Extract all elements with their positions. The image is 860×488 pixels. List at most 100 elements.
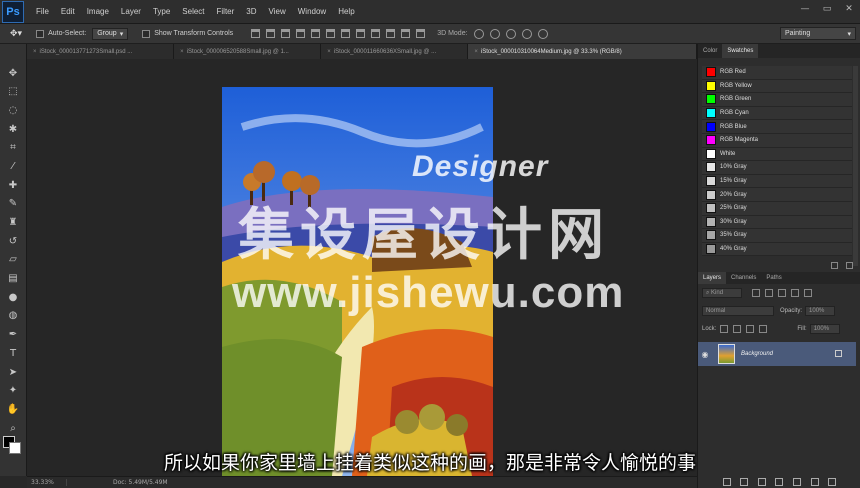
move-tool-icon[interactable]: ✥▾ (10, 28, 22, 39)
align-top-icon[interactable] (251, 29, 261, 38)
swatch-row[interactable]: 35% Gray (702, 229, 852, 243)
swatch-row[interactable]: 10% Gray (702, 161, 852, 175)
align-right-icon[interactable] (326, 29, 336, 38)
minimize-button[interactable]: — (800, 4, 810, 14)
menu-select[interactable]: Select (182, 7, 204, 16)
zoom-tool-icon[interactable]: ⌕ (6, 421, 20, 435)
marquee-tool-icon[interactable]: ⬚ (6, 85, 20, 99)
distribute-middle-icon[interactable] (356, 29, 366, 38)
close-icon[interactable]: × (327, 49, 331, 55)
close-icon[interactable]: × (180, 49, 184, 55)
tab-document-3[interactable]: × iStock_000011660636XSmall.jpg @ ... (321, 44, 469, 59)
3d-roll-icon[interactable] (489, 28, 500, 39)
menu-3d[interactable]: 3D (246, 7, 256, 16)
distribute-bottom-icon[interactable] (371, 29, 381, 38)
layer-row-background[interactable]: ◉ Background (698, 342, 856, 366)
close-icon[interactable]: × (33, 49, 37, 55)
eye-icon[interactable]: ◉ (698, 350, 712, 359)
trash-icon[interactable] (828, 478, 837, 486)
menu-view[interactable]: View (269, 7, 286, 16)
fill-field[interactable]: 100% (809, 324, 840, 334)
distribute-right-icon[interactable] (416, 29, 426, 38)
close-icon[interactable]: × (474, 49, 478, 55)
crop-tool-icon[interactable]: ⌗ (6, 141, 20, 155)
align-center-icon[interactable] (311, 29, 321, 38)
swatch-row[interactable]: 30% Gray (702, 215, 852, 230)
layer-mask-icon[interactable] (757, 478, 766, 486)
align-bottom-icon[interactable] (281, 29, 291, 38)
filter-shape-icon[interactable] (791, 289, 799, 297)
swatch-row[interactable]: 25% Gray (702, 201, 852, 216)
tab-document-4-active[interactable]: × iStock_000010310064Medium.jpg @ 33.3% (… (468, 44, 697, 59)
swatch-row[interactable]: 20% Gray (702, 188, 852, 202)
swatch-row[interactable]: RGB Cyan (702, 106, 852, 121)
zoom-level[interactable]: 33.33% (27, 479, 67, 486)
menu-filter[interactable]: Filter (217, 7, 235, 16)
magic-wand-tool-icon[interactable]: ✱ (6, 122, 20, 136)
layer-name[interactable]: Background (741, 351, 773, 357)
swatches-scrollbar[interactable] (853, 66, 858, 266)
new-swatch-icon[interactable] (831, 262, 838, 269)
menu-layer[interactable]: Layer (121, 7, 141, 16)
tab-document-2[interactable]: × iStock_000006520588Small.jpg @ 1... (174, 44, 322, 59)
menu-type[interactable]: Type (153, 7, 170, 16)
move-tool-icon[interactable]: ✥ (6, 66, 20, 80)
swatch-row[interactable]: White (702, 147, 852, 162)
tab-layers[interactable]: Layers (698, 272, 727, 284)
filter-adjustment-icon[interactable] (765, 289, 773, 297)
tab-channels[interactable]: Channels (726, 272, 761, 284)
history-brush-tool-icon[interactable]: ↺ (6, 234, 20, 248)
distribute-top-icon[interactable] (341, 29, 351, 38)
swatch-row[interactable]: 15% Gray (702, 174, 852, 189)
menu-file[interactable]: File (36, 7, 49, 16)
lock-image-icon[interactable] (733, 325, 742, 333)
brush-tool-icon[interactable]: ✎ (6, 197, 20, 211)
eyedropper-tool-icon[interactable]: ⁄ (6, 159, 20, 173)
type-tool-icon[interactable]: T (6, 346, 20, 360)
healing-brush-tool-icon[interactable]: ✚ (6, 178, 20, 192)
new-layer-icon[interactable] (810, 478, 819, 486)
swatch-row[interactable]: RGB Magenta (702, 133, 852, 148)
align-left-icon[interactable] (296, 29, 306, 38)
3d-pan-icon[interactable] (505, 28, 516, 39)
blend-mode-dropdown[interactable]: Normal (702, 306, 774, 316)
opacity-field[interactable]: 100% (805, 306, 836, 316)
adjustment-layer-icon[interactable] (775, 478, 784, 486)
shape-tool-icon[interactable]: ✦ (6, 384, 20, 398)
close-button[interactable]: ✕ (844, 4, 854, 14)
auto-select-dropdown[interactable]: Group ▾ (92, 27, 129, 40)
swatch-row[interactable]: RGB Yellow (702, 79, 852, 94)
3d-slide-icon[interactable] (521, 28, 532, 39)
align-middle-icon[interactable] (266, 29, 276, 38)
path-selection-tool-icon[interactable]: ➤ (6, 365, 20, 379)
layer-style-icon[interactable] (740, 478, 749, 486)
filter-kind-dropdown[interactable]: ⌕ Kind (702, 288, 742, 298)
lock-transparent-icon[interactable] (720, 325, 729, 333)
tab-color[interactable]: Color (698, 44, 722, 58)
tab-document-1[interactable]: × iStock_000013771273Small.psd ... (27, 44, 175, 59)
distribute-center-icon[interactable] (401, 29, 411, 38)
tab-swatches[interactable]: Swatches (722, 44, 759, 58)
swatch-row[interactable]: RGB Blue (702, 120, 852, 134)
swatch-row[interactable]: RGB Red (702, 66, 852, 80)
link-layers-icon[interactable] (722, 478, 731, 486)
lock-all-icon[interactable] (759, 325, 768, 333)
filter-smart-object-icon[interactable] (804, 289, 812, 297)
3d-rotate-icon[interactable] (473, 28, 484, 39)
blur-tool-icon[interactable]: ● (6, 290, 20, 304)
workspace-dropdown[interactable]: Painting ▾ (780, 27, 856, 40)
swatch-row[interactable]: RGB Green (702, 93, 852, 107)
maximize-button[interactable]: ▭ (822, 4, 832, 14)
lock-position-icon[interactable] (746, 325, 755, 333)
menu-edit[interactable]: Edit (61, 7, 75, 16)
dodge-tool-icon[interactable]: ◍ (6, 309, 20, 323)
clone-stamp-tool-icon[interactable]: ♜ (6, 216, 20, 230)
auto-select-checkbox[interactable] (36, 29, 45, 38)
pen-tool-icon[interactable]: ✒ (6, 328, 20, 342)
menu-help[interactable]: Help (338, 7, 354, 16)
group-folder-icon[interactable] (793, 478, 802, 486)
filter-type-icon[interactable] (778, 289, 786, 297)
distribute-left-icon[interactable] (386, 29, 396, 38)
trash-icon[interactable] (846, 262, 853, 269)
filter-pixel-icon[interactable] (752, 289, 760, 297)
